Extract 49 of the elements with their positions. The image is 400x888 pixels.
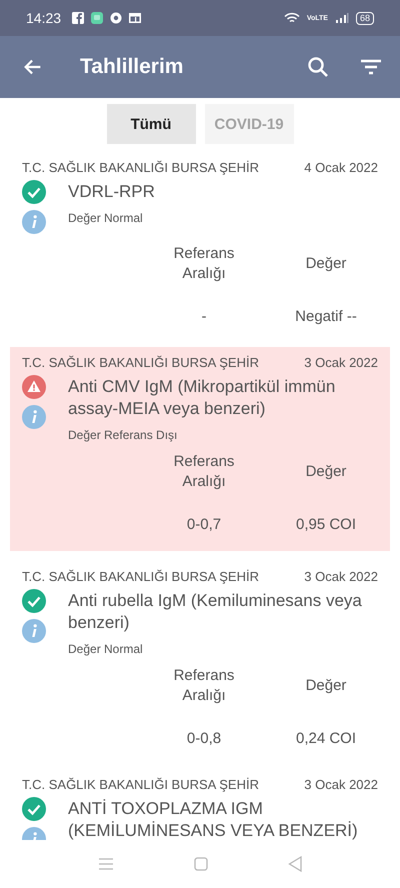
reference-range: -	[200, 308, 208, 325]
column-header: Referans Aralığı	[172, 666, 236, 706]
test-name: ANTİ TOXOPLAZMA IGM (KEMİLUMİNESANS VEYA BENZERİ)	[68, 798, 359, 840]
institution-name: T.C. SAĞLIK BAKANLIĞI BURSA ŞEHİR	[22, 160, 259, 175]
test-name: VDRL-RPR	[68, 181, 155, 203]
signal-icon	[334, 12, 349, 24]
result-value: 0,95 COI	[294, 516, 358, 533]
facebook-icon	[72, 12, 84, 24]
result-value: 0,24 COI	[294, 730, 358, 747]
result-status: Değer Normal	[68, 642, 144, 656]
result-status: Değer Normal	[68, 211, 144, 225]
info-icon[interactable]	[22, 619, 46, 643]
info-icon[interactable]	[22, 210, 46, 234]
column-header: Değer	[304, 462, 348, 482]
reference-range: 0-0,7	[186, 516, 222, 533]
column-header: Değer	[304, 676, 348, 696]
reference-range: 0-0,8	[186, 730, 222, 747]
clock: 14:23	[26, 10, 62, 26]
institution-name: T.C. SAĞLIK BAKANLIĞI BURSA ŞEHİR	[22, 777, 259, 792]
warning-icon	[22, 375, 46, 399]
chat-icon	[91, 12, 104, 24]
result-status: Değer Referans Dışı	[68, 428, 178, 442]
search-icon[interactable]	[306, 55, 330, 79]
battery-level: 68	[356, 12, 374, 24]
test-name: Anti rubella IgM (Kemiluminesans veya benzeri)	[68, 590, 363, 634]
check-icon	[22, 797, 46, 821]
screen-title: Tahlillerim	[80, 55, 184, 79]
institution-name: T.C. SAĞLIK BAKANLIĞI BURSA ŞEHİR	[22, 569, 259, 584]
result-date: 4 Ocak 2022	[304, 160, 378, 175]
info-icon[interactable]	[22, 405, 46, 429]
menu-icon[interactable]	[98, 857, 114, 871]
filter-icon[interactable]	[360, 58, 382, 76]
check-icon	[22, 589, 46, 613]
check-icon	[22, 180, 46, 204]
result-card[interactable]: T.C. SAĞLIK BAKANLIĞI BURSA ŞEHİR 3 Ocak 2022 Anti CMV IgM (Mikropartikül immün assay-MEIA veya benzeri) Değer Referans Dışı Referans Aralığı Değer 0-0,7 0,95 COI	[10, 347, 390, 551]
result-date: 3 Ocak 2022	[304, 777, 378, 792]
home-icon[interactable]	[194, 857, 208, 871]
result-value: Negatif --	[294, 308, 358, 325]
institution-name: T.C. SAĞLIK BAKANLIĞI BURSA ŞEHİR	[22, 355, 259, 370]
window-icon	[129, 12, 142, 24]
filter-tab[interactable]: Tümü	[106, 104, 196, 144]
test-name: Anti CMV IgM (Mikropartikül immün assay-MEIA veya benzeri)	[68, 376, 336, 420]
column-header: Referans Aralığı	[172, 452, 236, 492]
back-icon[interactable]	[288, 856, 302, 872]
column-header: Değer	[304, 254, 348, 274]
column-header: Referans Aralığı	[172, 244, 236, 284]
result-date: 3 Ocak 2022	[304, 569, 378, 584]
wifi-icon	[284, 12, 300, 24]
result-date: 3 Ocak 2022	[304, 355, 378, 370]
